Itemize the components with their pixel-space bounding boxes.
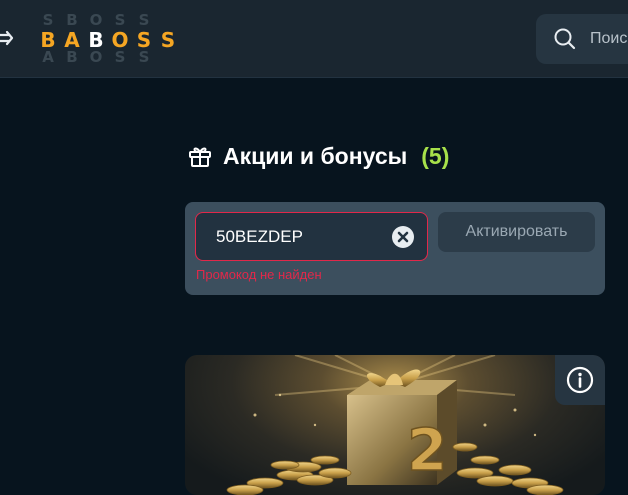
arrow-right-icon: [0, 30, 14, 46]
promotions-count: (5): [421, 142, 450, 169]
svg-text:2: 2: [407, 416, 447, 484]
search-icon: [554, 28, 576, 50]
logo-ghost-bottom: A B O S S: [36, 48, 156, 66]
logo-letter: O: [89, 11, 103, 29]
close-icon: [397, 231, 409, 243]
top-header: S B O S S B A B O S S A B O S S: [0, 0, 628, 78]
section-title: Акции и бонусы (5): [187, 140, 449, 172]
logo-letter: S: [160, 28, 176, 52]
search-box[interactable]: [536, 14, 628, 64]
logo-letter: S: [138, 11, 150, 29]
logo-letter: S: [138, 48, 150, 66]
menu-toggle-button[interactable]: [0, 27, 16, 49]
info-icon: [566, 366, 594, 394]
logo-letter: S: [114, 11, 126, 29]
promo-code-field[interactable]: [195, 212, 428, 261]
logo-letter: A: [42, 48, 54, 66]
search-input[interactable]: [590, 27, 628, 51]
site-logo[interactable]: S B O S S B A B O S S A B O S S: [36, 11, 184, 66]
bonus-info-button[interactable]: [555, 355, 605, 405]
logo-letter: S: [114, 48, 126, 66]
promo-code-input[interactable]: [216, 226, 386, 248]
bonus-banner-image: 2: [226, 355, 564, 495]
logo-letter: B: [66, 11, 78, 29]
bonus-card[interactable]: 2: [185, 355, 605, 495]
logo-ghost-top: S B O S S: [36, 11, 156, 29]
promo-code-card: Активировать Промокод не найден: [185, 202, 605, 295]
logo-letter: S: [42, 11, 54, 29]
logo-letter: B: [66, 48, 78, 66]
activate-button[interactable]: Активировать: [438, 212, 595, 252]
promo-error-message: Промокод не найден: [196, 267, 322, 282]
page-title: Акции и бонусы: [223, 142, 408, 169]
logo-letter: O: [89, 48, 103, 66]
clear-promo-button[interactable]: [392, 226, 414, 248]
gift-icon: [189, 147, 211, 167]
